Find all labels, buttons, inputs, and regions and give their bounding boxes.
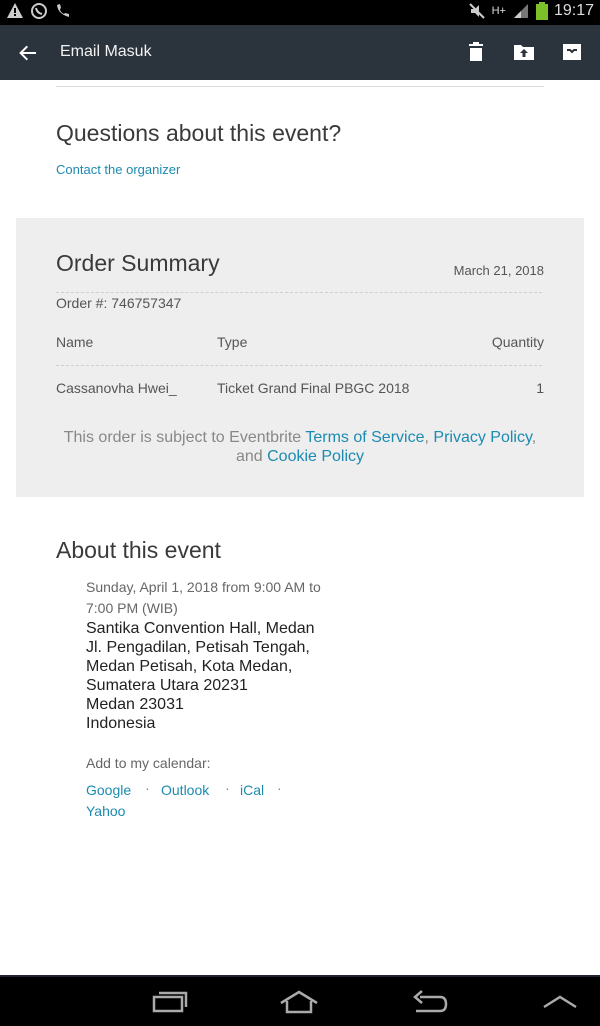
order-date: March 21, 2018 bbox=[453, 263, 544, 278]
policy-notice: This order is subject to Eventbrite Term… bbox=[16, 428, 584, 466]
address-line: Sumatera Utara 20231 bbox=[86, 677, 248, 694]
column-header-quantity: Quantity bbox=[491, 334, 544, 350]
recent-apps-icon[interactable] bbox=[148, 989, 188, 1015]
column-header-name: Name bbox=[56, 334, 94, 350]
whatsapp-icon bbox=[31, 3, 47, 19]
delete-icon[interactable] bbox=[464, 40, 488, 64]
address-line: Santika Convention Hall, Medan bbox=[86, 620, 315, 637]
event-datetime: Sunday, April 1, 2018 from 9:00 AM to 7:… bbox=[86, 579, 321, 616]
yahoo-calendar-link[interactable]: Yahoo bbox=[86, 803, 125, 819]
add-to-calendar-label: Add to my calendar: bbox=[86, 755, 211, 771]
separator: · bbox=[225, 780, 230, 796]
order-summary-heading: Order Summary bbox=[56, 250, 220, 276]
terms-of-service-link[interactable]: Terms of Service bbox=[305, 429, 424, 446]
chevron-up-icon[interactable] bbox=[540, 989, 580, 1015]
back-icon[interactable] bbox=[410, 989, 450, 1015]
network-type: H+ bbox=[491, 5, 506, 17]
home-icon[interactable] bbox=[279, 989, 319, 1015]
about-event-heading: About this event bbox=[56, 537, 221, 563]
column-header-type: Type bbox=[217, 334, 248, 350]
address-line: Indonesia bbox=[86, 715, 156, 732]
privacy-policy-link[interactable]: Privacy Policy bbox=[433, 429, 531, 446]
order-number: Order #: 746757347 bbox=[56, 295, 182, 311]
divider bbox=[56, 292, 542, 293]
mute-icon bbox=[468, 3, 485, 19]
policy-comma: , bbox=[424, 429, 429, 446]
app-bar: Email Masuk bbox=[0, 25, 600, 80]
cookie-policy-link[interactable]: Cookie Policy bbox=[267, 448, 364, 465]
clock: 19:17 bbox=[553, 2, 594, 19]
navigation-bar bbox=[0, 975, 600, 1026]
warning-icon bbox=[7, 3, 23, 18]
questions-heading: Questions about this event? bbox=[56, 120, 342, 146]
address-line: Medan 23031 bbox=[86, 696, 184, 713]
ical-calendar-link[interactable]: iCal bbox=[240, 782, 264, 798]
google-calendar-link[interactable]: Google bbox=[86, 782, 131, 798]
address-line: Medan Petisah, Kota Medan, bbox=[86, 658, 293, 675]
outlook-calendar-link[interactable]: Outlook bbox=[161, 782, 209, 798]
policy-prefix: This order is subject to Eventbrite bbox=[63, 429, 302, 446]
divider bbox=[56, 86, 544, 87]
phone-icon bbox=[57, 4, 69, 17]
order-row-name: Cassanovha Hwei_ bbox=[56, 380, 177, 396]
event-address: Santika Convention Hall, Medan Jl. Penga… bbox=[86, 619, 315, 733]
email-content[interactable]: Questions about this event? Contact the … bbox=[0, 80, 600, 975]
app-title: Email Masuk bbox=[60, 43, 152, 60]
address-line: Jl. Pengadilan, Petisah Tengah, bbox=[86, 639, 310, 656]
move-to-folder-icon[interactable] bbox=[512, 40, 536, 64]
status-bar: H+ 19:17 bbox=[0, 0, 600, 25]
order-summary-panel: Order Summary March 21, 2018 Order #: 74… bbox=[16, 218, 584, 497]
contact-organizer-link[interactable]: Contact the organizer bbox=[56, 162, 180, 177]
divider bbox=[56, 365, 542, 366]
signal-icon bbox=[513, 4, 528, 18]
policy-comma: , bbox=[531, 429, 537, 446]
separator: · bbox=[145, 780, 150, 796]
policy-and: and bbox=[235, 448, 263, 465]
battery-icon bbox=[535, 2, 548, 20]
back-arrow-icon[interactable] bbox=[16, 41, 40, 65]
archive-icon[interactable] bbox=[560, 40, 584, 64]
order-row-type: Ticket Grand Final PBGC 2018 bbox=[217, 380, 410, 396]
separator: · bbox=[277, 780, 282, 796]
order-row-quantity: 1 bbox=[536, 380, 544, 396]
